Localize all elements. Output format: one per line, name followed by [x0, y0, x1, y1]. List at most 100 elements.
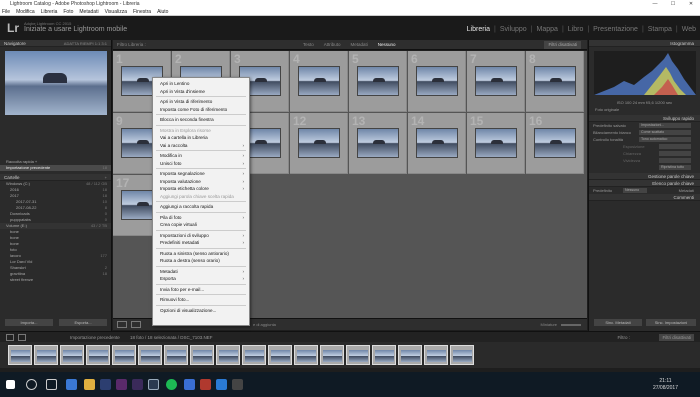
filmstrip-thumb[interactable]: [372, 345, 396, 365]
thumbnail[interactable]: [357, 66, 399, 96]
filter-tab-metadati[interactable]: Metadati: [351, 40, 368, 50]
context-menu-item[interactable]: Invia foto per e-mail...: [153, 286, 249, 294]
preset-dropdown[interactable]: Impostazioni...: [639, 123, 691, 128]
module-libreria[interactable]: Libreria: [467, 26, 490, 33]
add-folder-icon[interactable]: +: [105, 174, 107, 181]
thumbnail[interactable]: [416, 66, 458, 96]
context-menu-item[interactable]: Apri in Vista d'insieme: [153, 88, 249, 96]
context-menu-item[interactable]: Aggiungi a raccolta rapida: [153, 203, 249, 211]
thumbnail[interactable]: [357, 128, 399, 158]
lightroom-taskbar-icon[interactable]: [148, 379, 159, 390]
context-menu-item[interactable]: Predefiniti metadati ›: [153, 239, 249, 247]
context-menu-item[interactable]: Rimuovi foto...: [153, 296, 249, 304]
filmstrip-thumb[interactable]: [450, 345, 474, 365]
task-view-icon[interactable]: [46, 379, 57, 390]
context-menu-item[interactable]: Imposta segnalazione ›: [153, 170, 249, 178]
filmstrip-thumb[interactable]: [320, 345, 344, 365]
context-menu-item[interactable]: Crea copie virtuali: [153, 221, 249, 229]
loupe-view-icon[interactable]: [131, 321, 141, 328]
after-effects-icon[interactable]: [132, 379, 143, 390]
metadata-label[interactable]: Metadati: [679, 187, 694, 194]
edge-icon[interactable]: [66, 379, 77, 390]
filmstrip-filter-dropdown[interactable]: Filtri disattivati: [659, 334, 694, 341]
vibrance-buttons[interactable]: [659, 158, 691, 163]
context-menu-item[interactable]: Unisci foto ›: [153, 160, 249, 168]
module-stampa[interactable]: Stampa: [648, 26, 672, 33]
premiere-icon[interactable]: [116, 379, 127, 390]
context-menu-item[interactable]: Apri in Vista di riferimento: [153, 98, 249, 106]
folders-header[interactable]: Cartelle +: [0, 174, 111, 181]
menu-libreria[interactable]: Libreria: [41, 8, 58, 15]
keywording-header[interactable]: Gestione parole chiave: [589, 173, 700, 180]
filmstrip-thumb[interactable]: [268, 345, 292, 365]
comments-header[interactable]: Commenti: [589, 194, 700, 201]
start-icon[interactable]: [6, 380, 15, 389]
menu-modifica[interactable]: Modifica: [16, 8, 35, 15]
context-menu-item[interactable]: Modifica in ›: [153, 152, 249, 160]
context-menu-item[interactable]: Metadati ›: [153, 268, 249, 276]
filter-tab-nessuno[interactable]: Nessuno: [378, 40, 396, 50]
mobile-prompt[interactable]: Iniziate a usare Lightroom mobile: [24, 26, 127, 33]
module-sviluppo[interactable]: Sviluppo: [500, 26, 527, 33]
search-icon[interactable]: [26, 379, 37, 390]
menu-aiuto[interactable]: Aiuto: [157, 8, 168, 15]
context-menu-item[interactable]: Opzioni di visualizzazione...: [153, 307, 249, 315]
context-menu-item[interactable]: Blocca in seconda finestra: [153, 116, 249, 124]
histogram-header[interactable]: Istogramma: [589, 40, 700, 47]
thumbnail-size-slider[interactable]: [561, 324, 581, 326]
filmstrip-thumb[interactable]: [34, 345, 58, 365]
quick-develop-header[interactable]: Sviluppo rapido: [589, 115, 700, 122]
thumbnail[interactable]: [475, 66, 517, 96]
grid-cell[interactable]: 6: [408, 51, 466, 112]
photoshop-icon[interactable]: [100, 379, 111, 390]
menu-file[interactable]: File: [2, 8, 10, 15]
maximize-button[interactable]: ☐: [664, 0, 682, 8]
app-icon[interactable]: [232, 379, 243, 390]
folder-item[interactable]: street firenze: [0, 277, 111, 283]
filmstrip-thumb[interactable]: [138, 345, 162, 365]
sync-metadata-button[interactable]: Sinc. Metadati: [594, 319, 642, 326]
module-web[interactable]: Web: [682, 26, 696, 33]
previous-import-item[interactable]: Importazione precedente 18: [0, 165, 111, 171]
auto-tone-button[interactable]: Tono automatico: [639, 137, 691, 142]
filmstrip-thumb[interactable]: [216, 345, 240, 365]
context-menu-item[interactable]: Esporta ›: [153, 275, 249, 283]
filmstrip-thumb[interactable]: [190, 345, 214, 365]
thumbnail[interactable]: [416, 128, 458, 158]
menu-finestra[interactable]: Finestra: [133, 8, 151, 15]
grid-cell[interactable]: 5: [349, 51, 407, 112]
context-menu-item[interactable]: Vai a cartella in Libreria: [153, 134, 249, 142]
thumbnail[interactable]: [475, 128, 517, 158]
clarity-buttons[interactable]: [659, 151, 691, 156]
app-icon[interactable]: [200, 379, 211, 390]
grid-cell[interactable]: 4: [290, 51, 348, 112]
system-clock[interactable]: 21:11 27/08/2017: [653, 378, 678, 392]
grid-cell[interactable]: 15: [467, 113, 525, 174]
context-menu-item[interactable]: Vai a raccolta ›: [153, 142, 249, 150]
menu-foto[interactable]: Foto: [63, 8, 73, 15]
spotify-icon[interactable]: [166, 379, 177, 390]
filmstrip-thumb[interactable]: [164, 345, 188, 365]
close-button[interactable]: ✕: [682, 0, 700, 8]
grid-cell[interactable]: 7: [467, 51, 525, 112]
module-mappa[interactable]: Mappa: [537, 26, 558, 33]
menu-visualizza[interactable]: Visualizza: [105, 8, 127, 15]
thumbnail[interactable]: [534, 66, 576, 96]
reset-all-button[interactable]: Ripristina tutto: [659, 165, 691, 170]
thumbnail[interactable]: [534, 128, 576, 158]
monitor-1-icon[interactable]: [6, 334, 14, 341]
filmstrip-thumb[interactable]: [242, 345, 266, 365]
module-libro[interactable]: Libro: [568, 26, 584, 33]
export-button[interactable]: Esporta...: [59, 319, 107, 326]
filmstrip-thumb[interactable]: [60, 345, 84, 365]
filter-preset-dropdown[interactable]: Filtri disattivati: [544, 41, 581, 49]
exposure-buttons[interactable]: [659, 144, 691, 149]
minimize-button[interactable]: —: [646, 0, 664, 8]
context-menu-item[interactable]: Ruota a sinistra (senso antiorario): [153, 250, 249, 258]
thumbnail[interactable]: [298, 66, 340, 96]
context-menu-item[interactable]: Imposta etichetta colore ›: [153, 185, 249, 193]
monitor-2-icon[interactable]: [18, 334, 26, 341]
filmstrip-thumb[interactable]: [8, 345, 32, 365]
filmstrip-thumb[interactable]: [112, 345, 136, 365]
filmstrip-thumb[interactable]: [86, 345, 110, 365]
